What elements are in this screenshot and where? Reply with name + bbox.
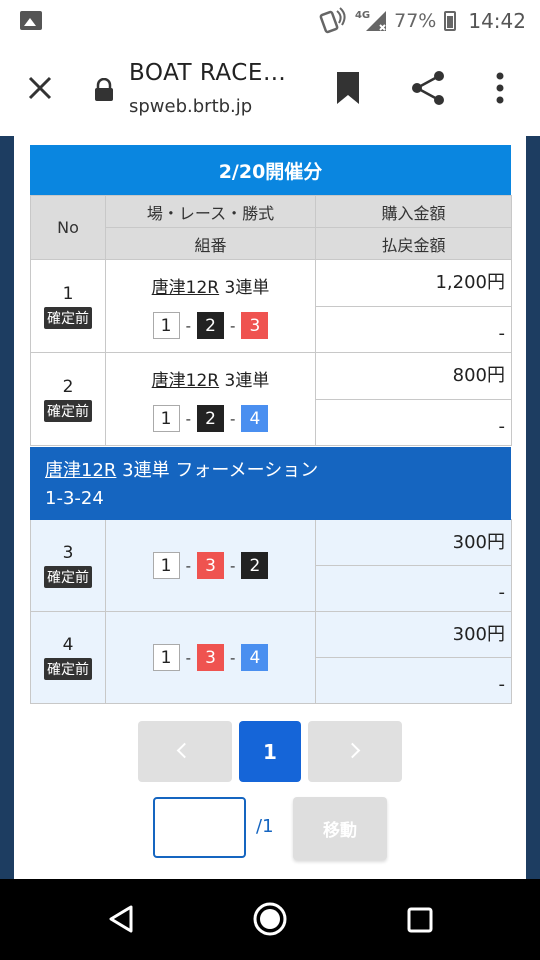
custom-tab-toolbar: BOAT RACE… spweb.brtb.jp — [0, 42, 540, 136]
status-badge: 確定前 — [44, 306, 92, 329]
battery-icon — [444, 11, 457, 31]
combination: 1- 3- 2 — [106, 552, 315, 579]
bet-type: 3連単 — [224, 278, 270, 298]
boat-number: 1 — [152, 552, 180, 579]
boat-number: 2 — [241, 552, 269, 579]
move-button[interactable]: 移動 — [293, 797, 387, 860]
status-bar: 4G 77% 14:42 — [0, 0, 540, 42]
boat-number: 3 — [241, 312, 269, 339]
formation-header: 唐津12R 3連単 フォーメーション 1-3-24 — [30, 447, 511, 520]
col-header-race: 場・レース・勝式 — [105, 195, 316, 228]
current-page-button[interactable]: 1 — [239, 721, 301, 782]
home-icon[interactable] — [252, 901, 288, 937]
battery-percent: 77% — [394, 10, 437, 32]
bet-type: 3連単 — [224, 371, 270, 391]
system-nav-bar — [0, 879, 540, 960]
boat-number: 3 — [197, 552, 224, 579]
table-row: 3 確定前 1- 3- 2 300円 — [30, 519, 512, 612]
row-number: 4 — [62, 635, 74, 655]
table-row: 2 確定前 唐津12R 3連単 1- 2- 4 800円 — [30, 352, 512, 446]
status-badge: 確定前 — [44, 566, 92, 588]
page-url[interactable]: spweb.brtb.jp — [129, 96, 252, 117]
formation-pattern: 1-3-24 — [45, 488, 104, 509]
table-row: 4 確定前 1- 3- 4 300円 — [30, 611, 512, 704]
boat-number: 4 — [241, 405, 269, 432]
col-header-payout: 払戻金額 — [315, 227, 512, 260]
back-icon[interactable] — [107, 904, 135, 934]
more-menu-icon[interactable] — [490, 70, 510, 106]
lock-icon[interactable] — [93, 78, 115, 102]
page-number-input[interactable] — [153, 797, 246, 858]
boat-number: 1 — [152, 312, 180, 339]
page-title: BOAT RACE… — [129, 60, 287, 86]
purchase-amount: 1,200円 — [315, 259, 512, 307]
purchase-amount: 300円 — [315, 611, 512, 658]
purchase-amount: 300円 — [315, 519, 512, 566]
row-number: 2 — [62, 376, 74, 397]
payout-amount: - — [315, 305, 512, 353]
nfc-icon — [319, 7, 346, 34]
formation-title: 3連単 フォーメーション — [116, 460, 319, 481]
formation-venue-link[interactable]: 唐津12R — [45, 460, 116, 481]
boat-number: 1 — [152, 644, 180, 671]
close-icon[interactable] — [22, 70, 58, 106]
date-header: 2/20開催分 — [30, 145, 511, 195]
status-badge: 確定前 — [44, 399, 92, 422]
page-total: /1 — [256, 816, 274, 837]
venue-link[interactable]: 唐津12R — [152, 371, 219, 391]
combination: 1- 2- 4 — [106, 405, 315, 432]
boat-number: 3 — [197, 644, 224, 671]
network-type: 4G — [354, 9, 371, 21]
col-header-no: No — [30, 195, 106, 260]
gallery-notification-icon — [20, 11, 42, 30]
clock: 14:42 — [468, 9, 526, 33]
row-number: 1 — [62, 283, 74, 304]
table-row: 1 確定前 唐津12R 3連単 1- 2- 3 1,200円 — [30, 259, 512, 353]
venue-link[interactable]: 唐津12R — [152, 278, 219, 298]
chevron-left-icon — [176, 742, 193, 759]
boat-number: 2 — [197, 312, 224, 339]
boat-number: 2 — [197, 405, 224, 432]
payout-amount: - — [315, 565, 512, 612]
bookmark-icon[interactable] — [334, 70, 362, 106]
col-header-combo: 組番 — [105, 227, 316, 260]
boat-number: 4 — [241, 644, 269, 671]
payout-amount: - — [315, 657, 512, 704]
recent-apps-icon[interactable] — [406, 906, 434, 934]
purchase-amount: 800円 — [315, 352, 512, 400]
col-header-purchase: 購入金額 — [315, 195, 512, 228]
status-badge: 確定前 — [44, 658, 92, 680]
next-page-button[interactable] — [308, 721, 402, 782]
row-number: 3 — [62, 543, 74, 563]
chevron-right-icon — [344, 742, 361, 759]
prev-page-button[interactable] — [138, 721, 232, 782]
share-icon[interactable] — [408, 70, 448, 106]
combination: 1- 3- 4 — [106, 644, 315, 671]
combination: 1- 2- 3 — [106, 312, 315, 339]
boat-number: 1 — [152, 405, 180, 432]
payout-amount: - — [315, 398, 512, 446]
